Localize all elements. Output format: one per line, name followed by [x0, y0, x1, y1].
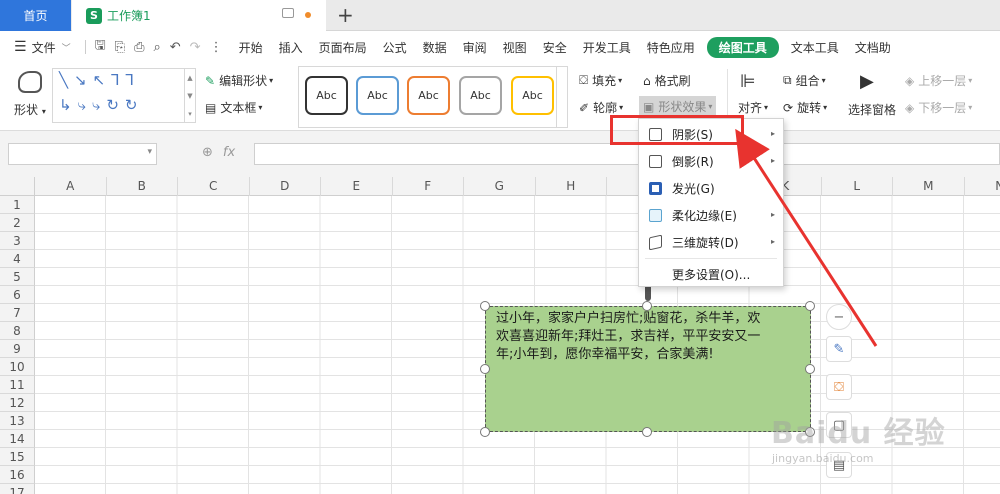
watermark-logo: Baidu 经验 — [771, 416, 946, 451]
watermark-url: jingyan.baidu.com — [772, 452, 874, 465]
